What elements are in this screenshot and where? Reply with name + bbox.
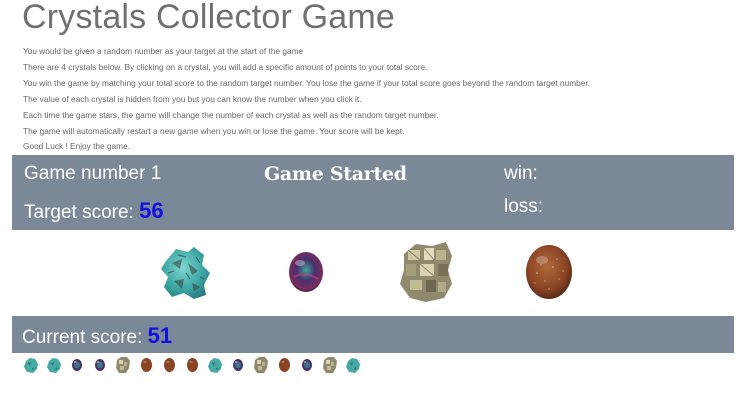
turquoise-history-icon — [344, 356, 362, 374]
instruction-line: The game will automatically restart a ne… — [23, 125, 405, 136]
loss-count: loss: — [504, 196, 544, 217]
current-score-panel: Current score: 51 — [12, 316, 734, 353]
goldstone-history-icon — [183, 356, 201, 374]
target-score: Target score: 56 — [24, 198, 164, 224]
clicked-crystals-history — [22, 356, 362, 374]
pyrite-crystal-icon — [400, 242, 452, 302]
page-title: Crystals Collector Game — [22, 0, 396, 36]
instruction-line: You win the game by matching your total … — [23, 77, 590, 88]
fluorite-history-icon — [229, 356, 247, 374]
scoreboard-panel: Game number 1 Game Started Target score:… — [12, 155, 734, 230]
fluorite-history-icon — [91, 356, 109, 374]
turquoise-history-icon — [22, 356, 40, 374]
game-status: Game Started — [264, 163, 407, 185]
goldstone-crystal-button[interactable] — [523, 243, 575, 301]
fluorite-crystal-button[interactable] — [286, 249, 326, 295]
fluorite-history-icon — [68, 356, 86, 374]
game-number: Game number 1 — [24, 163, 162, 184]
target-score-label: Target score: — [24, 202, 134, 223]
target-score-value: 56 — [139, 198, 164, 223]
pyrite-crystal-button[interactable] — [398, 240, 454, 303]
turquoise-crystal-icon — [161, 247, 210, 299]
goldstone-history-icon — [275, 356, 293, 374]
instruction-line: You would be given a random number as yo… — [23, 46, 304, 56]
fluorite-crystal-icon — [289, 252, 323, 292]
pyrite-history-icon — [114, 356, 132, 374]
instruction-line: Good Luck ! Enjoy the game. — [23, 141, 131, 152]
current-score: Current score: 51 — [22, 323, 172, 349]
turquoise-history-icon — [206, 356, 224, 374]
instruction-line: The value of each crystal is hidden from… — [23, 93, 362, 104]
instruction-line: There are 4 crystals below. By clicking … — [23, 61, 428, 72]
turquoise-history-icon — [45, 356, 63, 374]
instruction-line: Each time the game stars, the game will … — [23, 109, 439, 120]
goldstone-crystal-icon — [526, 245, 572, 299]
pyrite-history-icon — [321, 356, 339, 374]
instructions: You would be given a random number as yo… — [23, 44, 743, 155]
pyrite-history-icon — [252, 356, 270, 374]
turquoise-crystal-button[interactable] — [158, 243, 212, 301]
current-score-label: Current score: — [22, 327, 143, 348]
goldstone-history-icon — [137, 356, 155, 374]
fluorite-history-icon — [298, 356, 316, 374]
current-score-value: 51 — [147, 323, 173, 348]
win-count: win: — [504, 163, 538, 184]
goldstone-history-icon — [160, 356, 178, 374]
